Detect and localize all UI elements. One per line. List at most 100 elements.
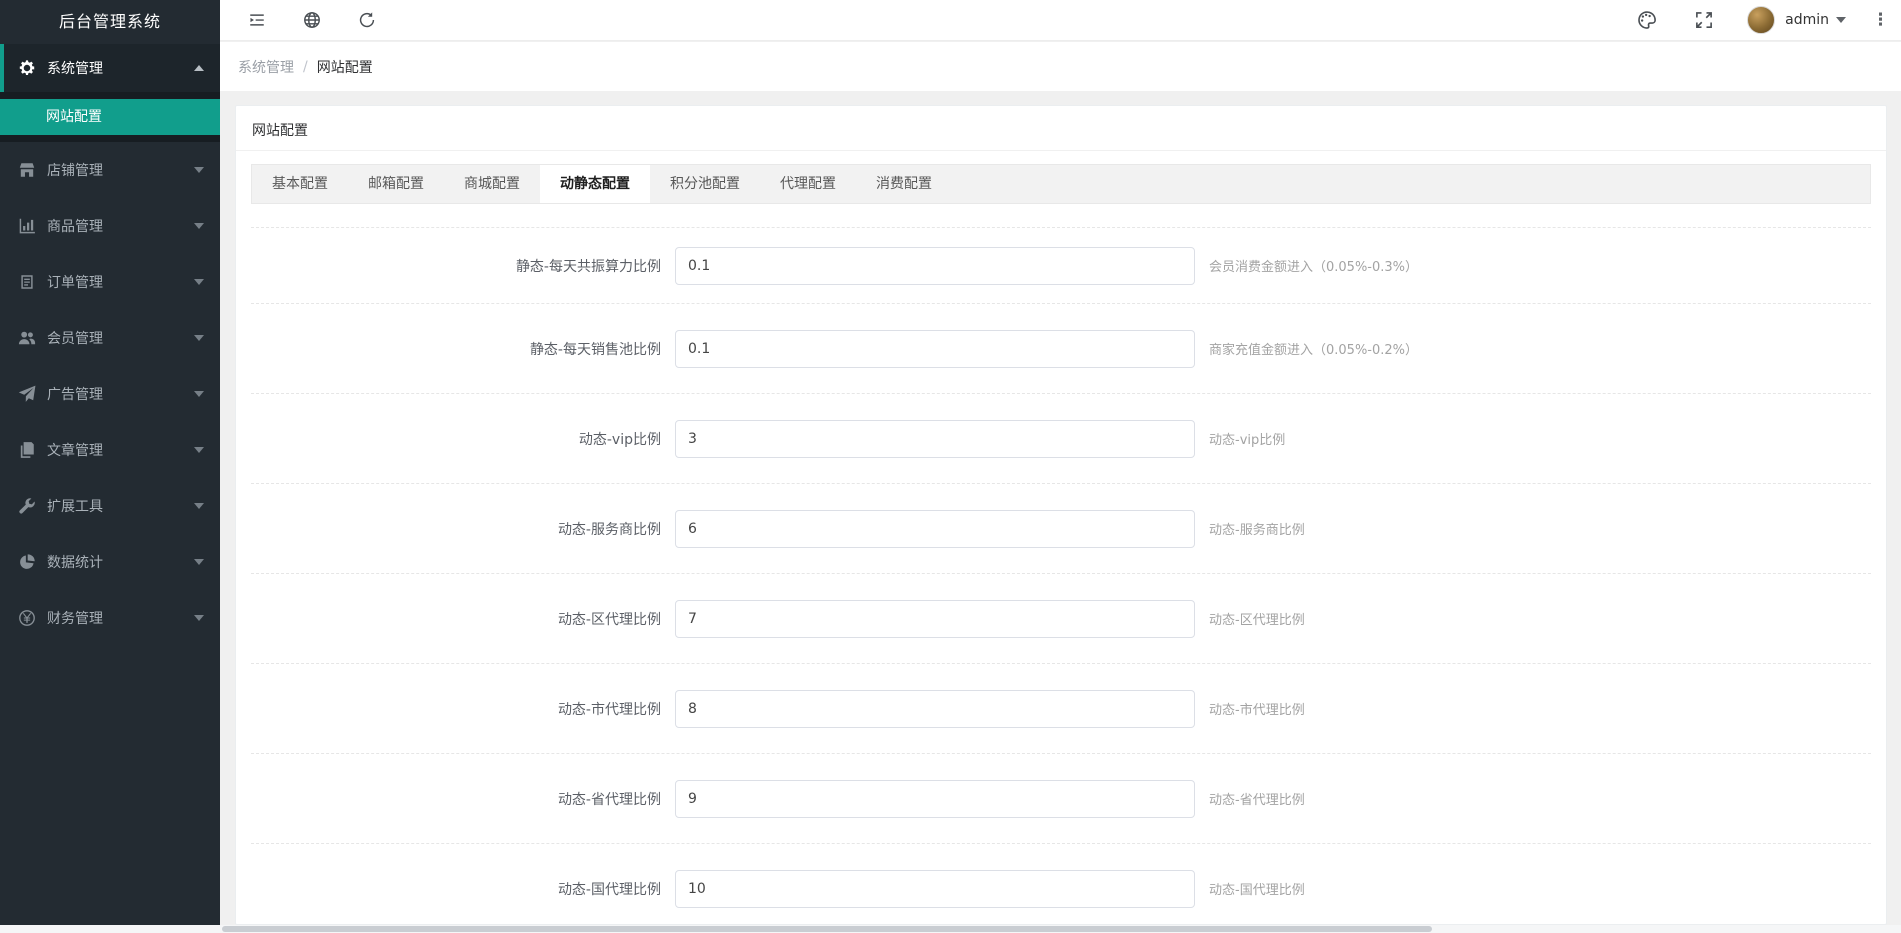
sidebar-item-articles[interactable]: 文章管理 <box>0 422 220 478</box>
chevron-down-icon <box>194 391 204 397</box>
form-row: 动态-vip比例 动态-vip比例 <box>251 394 1871 484</box>
wrench-icon <box>18 497 36 515</box>
chevron-down-icon <box>194 335 204 341</box>
chevron-down-icon <box>194 447 204 453</box>
sidebar-item-site-config[interactable]: 网站配置 <box>0 99 220 135</box>
field-label: 静态-每天共振算力比例 <box>515 258 661 275</box>
breadcrumb-separator: / <box>303 58 308 75</box>
user-name[interactable]: admin <box>1785 12 1829 28</box>
dynamic-service-provider-ratio-input[interactable] <box>675 509 1195 548</box>
yen-circle-icon <box>18 609 36 627</box>
config-tabs: 基本配置 邮箱配置 商城配置 动静态配置 积分池配置 代理配置 消费配置 <box>251 164 1871 204</box>
chevron-down-icon <box>194 559 204 565</box>
menu-fold-icon[interactable] <box>248 11 266 29</box>
form-row: 动态-国代理比例 动态-国代理比例 <box>251 844 1871 925</box>
breadcrumb: 系统管理 / 网站配置 <box>220 42 1901 91</box>
sidebar-item-ads[interactable]: 广告管理 <box>0 366 220 422</box>
field-label: 静态-每天销售池比例 <box>529 341 661 358</box>
sidebar-item-system[interactable]: 系统管理 <box>0 44 220 92</box>
bar-chart-icon <box>18 217 36 235</box>
chevron-down-icon <box>194 279 204 285</box>
field-label: 动态-国代理比例 <box>557 881 661 898</box>
site-config-card: 网站配置 基本配置 邮箱配置 商城配置 动静态配置 积分池配置 代理配置 消费配… <box>235 105 1887 925</box>
field-help: 会员消费金额进入（0.05%-0.3%） <box>1209 260 1419 275</box>
form-row: 静态-每天销售池比例 商家充值金额进入（0.05%-0.2%） <box>251 304 1871 394</box>
field-help: 商家充值金额进入（0.05%-0.2%） <box>1209 343 1419 358</box>
sidebar-item-shop[interactable]: 店铺管理 <box>0 142 220 198</box>
sidebar-item-orders[interactable]: 订单管理 <box>0 254 220 310</box>
sidebar-item-members[interactable]: 会员管理 <box>0 310 220 366</box>
sidebar-item-label: 财务管理 <box>47 611 103 627</box>
field-help: 动态-vip比例 <box>1209 433 1286 448</box>
refresh-icon[interactable] <box>358 11 376 29</box>
dynamic-city-agent-ratio-input[interactable] <box>675 689 1195 728</box>
horizontal-scrollbar[interactable] <box>0 925 1901 933</box>
field-help: 动态-国代理比例 <box>1209 883 1305 898</box>
field-help: 动态-区代理比例 <box>1209 613 1305 628</box>
form-row: 静态-每天共振算力比例 会员消费金额进入（0.05%-0.3%） <box>251 228 1871 304</box>
chevron-down-icon <box>194 167 204 173</box>
sidebar-item-stats[interactable]: 数据统计 <box>0 534 220 590</box>
paper-plane-icon <box>18 385 36 403</box>
tab-agent[interactable]: 代理配置 <box>760 165 856 203</box>
sidebar-item-label: 文章管理 <box>47 443 103 459</box>
fullscreen-icon[interactable] <box>1694 10 1714 30</box>
user-dropdown-caret-icon[interactable] <box>1836 17 1846 23</box>
sidebar-item-label: 会员管理 <box>47 331 103 347</box>
breadcrumb-item-system[interactable]: 系统管理 <box>238 57 294 77</box>
sidebar-item-tools[interactable]: 扩展工具 <box>0 478 220 534</box>
shop-icon <box>18 161 36 179</box>
static-resonance-ratio-input[interactable] <box>675 246 1195 285</box>
avatar[interactable] <box>1747 6 1776 34</box>
form-row: 动态-区代理比例 动态-区代理比例 <box>251 574 1871 664</box>
sidebar-item-label: 系统管理 <box>47 61 103 77</box>
sidebar-submenu-system: 网站配置 <box>0 92 220 142</box>
article-copy-icon <box>18 441 36 459</box>
sidebar-item-label: 商品管理 <box>47 219 103 235</box>
tab-email[interactable]: 邮箱配置 <box>348 165 444 203</box>
tab-mall[interactable]: 商城配置 <box>444 165 540 203</box>
topbar-right: admin ⋮ <box>1600 6 1891 34</box>
horizontal-scrollbar-thumb[interactable] <box>222 926 1432 932</box>
app-title: 后台管理系统 <box>58 12 161 31</box>
pie-chart-icon <box>18 553 36 571</box>
chevron-down-icon <box>194 503 204 509</box>
form-row: 动态-服务商比例 动态-服务商比例 <box>251 484 1871 574</box>
order-list-icon <box>18 273 36 291</box>
sidebar-item-label: 数据统计 <box>47 555 103 571</box>
config-form: 静态-每天共振算力比例 会员消费金额进入（0.05%-0.3%） 静态-每天销售… <box>251 227 1871 925</box>
tab-basic[interactable]: 基本配置 <box>252 165 348 203</box>
dynamic-vip-ratio-input[interactable] <box>675 419 1195 458</box>
field-help: 动态-省代理比例 <box>1209 793 1305 808</box>
sidebar-item-finance[interactable]: 财务管理 <box>0 590 220 646</box>
topbar: admin ⋮ <box>220 0 1901 41</box>
dynamic-province-agent-ratio-input[interactable] <box>675 779 1195 818</box>
dynamic-district-agent-ratio-input[interactable] <box>675 599 1195 638</box>
tab-consume[interactable]: 消费配置 <box>856 165 952 203</box>
field-label: 动态-省代理比例 <box>557 791 661 808</box>
dynamic-national-agent-ratio-input[interactable] <box>675 869 1195 908</box>
globe-icon[interactable] <box>303 11 321 29</box>
chevron-down-icon <box>194 223 204 229</box>
sidebar-item-label: 订单管理 <box>47 275 103 291</box>
sidebar-item-label: 扩展工具 <box>47 499 103 515</box>
card-title: 网站配置 <box>236 106 1886 151</box>
users-icon <box>18 329 36 347</box>
tab-points-pool[interactable]: 积分池配置 <box>650 165 760 203</box>
field-help: 动态-服务商比例 <box>1209 523 1305 538</box>
kebab-menu-icon[interactable]: ⋮ <box>1872 11 1889 29</box>
sidebar: 后台管理系统 系统管理 网站配置 店铺管理 商品管理 订单管理 会员管理 广告管… <box>0 0 220 925</box>
palette-icon[interactable] <box>1637 10 1657 30</box>
field-label: 动态-区代理比例 <box>557 611 661 628</box>
field-label: 动态-市代理比例 <box>557 701 661 718</box>
sidebar-item-label: 广告管理 <box>47 387 103 403</box>
form-row: 动态-市代理比例 动态-市代理比例 <box>251 664 1871 754</box>
static-sales-pool-ratio-input[interactable] <box>675 329 1195 368</box>
chevron-down-icon <box>194 615 204 621</box>
tab-dynamic-static[interactable]: 动静态配置 <box>540 165 650 203</box>
field-label: 动态-服务商比例 <box>557 521 661 538</box>
field-help: 动态-市代理比例 <box>1209 703 1305 718</box>
form-row: 动态-省代理比例 动态-省代理比例 <box>251 754 1871 844</box>
sidebar-item-goods[interactable]: 商品管理 <box>0 198 220 254</box>
chevron-up-icon <box>194 65 204 71</box>
